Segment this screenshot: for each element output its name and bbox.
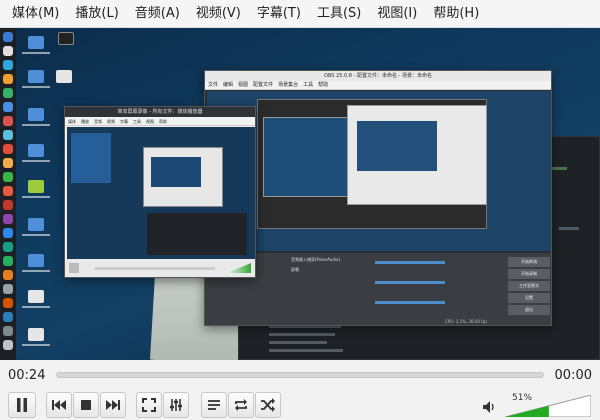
- menu-bar: 媒体(M) 播放(L) 音频(A) 视频(V) 字幕(T) 工具(S) 视图(I…: [0, 0, 600, 28]
- player-window-title: 简单屏幕录像 - 所有文件：媒体播放器: [117, 109, 203, 115]
- obs-window-screenshot: OBS 25.0.8 - 配置文件：未命名 - 场景：未命名 文件 编辑 视图 配置文…: [204, 70, 552, 326]
- elapsed-time[interactable]: 00:24: [8, 368, 45, 383]
- obs-controls: 音频输入捕获(PulseAudio) 屏幕 开始串流 开始录制 工作室模式 设置…: [205, 253, 551, 325]
- remaining-time[interactable]: 00:00: [555, 368, 592, 383]
- video-display[interactable]: OBS 25.0.8 - 配置文件：未命名 - 场景：未命名 文件 编辑 视图 配置文…: [0, 28, 600, 360]
- previous-button[interactable]: [46, 392, 72, 418]
- menu-subtitle[interactable]: 字幕(T): [251, 0, 307, 28]
- loop-icon: [233, 398, 249, 412]
- playlist-button[interactable]: [201, 392, 227, 418]
- loop-button[interactable]: [228, 392, 254, 418]
- player-window-menu: 媒体 播放 音频 视频 字幕 工具 视图 帮助: [65, 117, 255, 126]
- obs-preview: [207, 91, 551, 251]
- skip-previous-icon: [51, 399, 67, 411]
- random-button[interactable]: [255, 392, 281, 418]
- seek-slider[interactable]: [56, 372, 544, 378]
- pause-button[interactable]: [8, 392, 36, 418]
- player-window-screenshot: 简单屏幕录像 - 所有文件：媒体播放器 媒体 播放 音频 视频 字幕 工具 视图 帮助: [64, 106, 256, 278]
- extended-settings-button[interactable]: [163, 392, 189, 418]
- menu-audio[interactable]: 音频(A): [129, 0, 186, 28]
- menu-help[interactable]: 帮助(H): [427, 0, 485, 28]
- speaker-icon[interactable]: [482, 399, 496, 418]
- next-button[interactable]: [100, 392, 126, 418]
- seek-row: 00:24 00:00: [0, 360, 600, 390]
- playlist-icon: [207, 399, 221, 411]
- controls-bar: 51%: [0, 390, 600, 420]
- player-window-controls: [65, 259, 255, 277]
- menu-tools[interactable]: 工具(S): [311, 0, 367, 28]
- obs-menu: 文件 编辑 视图 配置文件 场景集合 工具 帮助: [205, 81, 551, 90]
- pause-icon: [15, 397, 29, 413]
- player-window-video: [67, 127, 255, 259]
- video-dock: [0, 28, 16, 360]
- fullscreen-icon: [142, 398, 156, 412]
- menu-media[interactable]: 媒体(M): [6, 0, 65, 28]
- equalizer-icon: [169, 398, 183, 412]
- obs-window-title: OBS 25.0.8 - 配置文件：未命名 - 场景：未命名: [324, 73, 432, 79]
- menu-playback[interactable]: 播放(L): [69, 0, 124, 28]
- stop-button[interactable]: [73, 392, 99, 418]
- menu-view[interactable]: 视图(I): [371, 0, 423, 28]
- shuffle-icon: [260, 398, 276, 412]
- stop-icon: [80, 399, 92, 411]
- fullscreen-button[interactable]: [136, 392, 162, 418]
- skip-next-icon: [105, 399, 121, 411]
- volume-slider[interactable]: [505, 395, 591, 417]
- menu-video[interactable]: 视频(V): [190, 0, 247, 28]
